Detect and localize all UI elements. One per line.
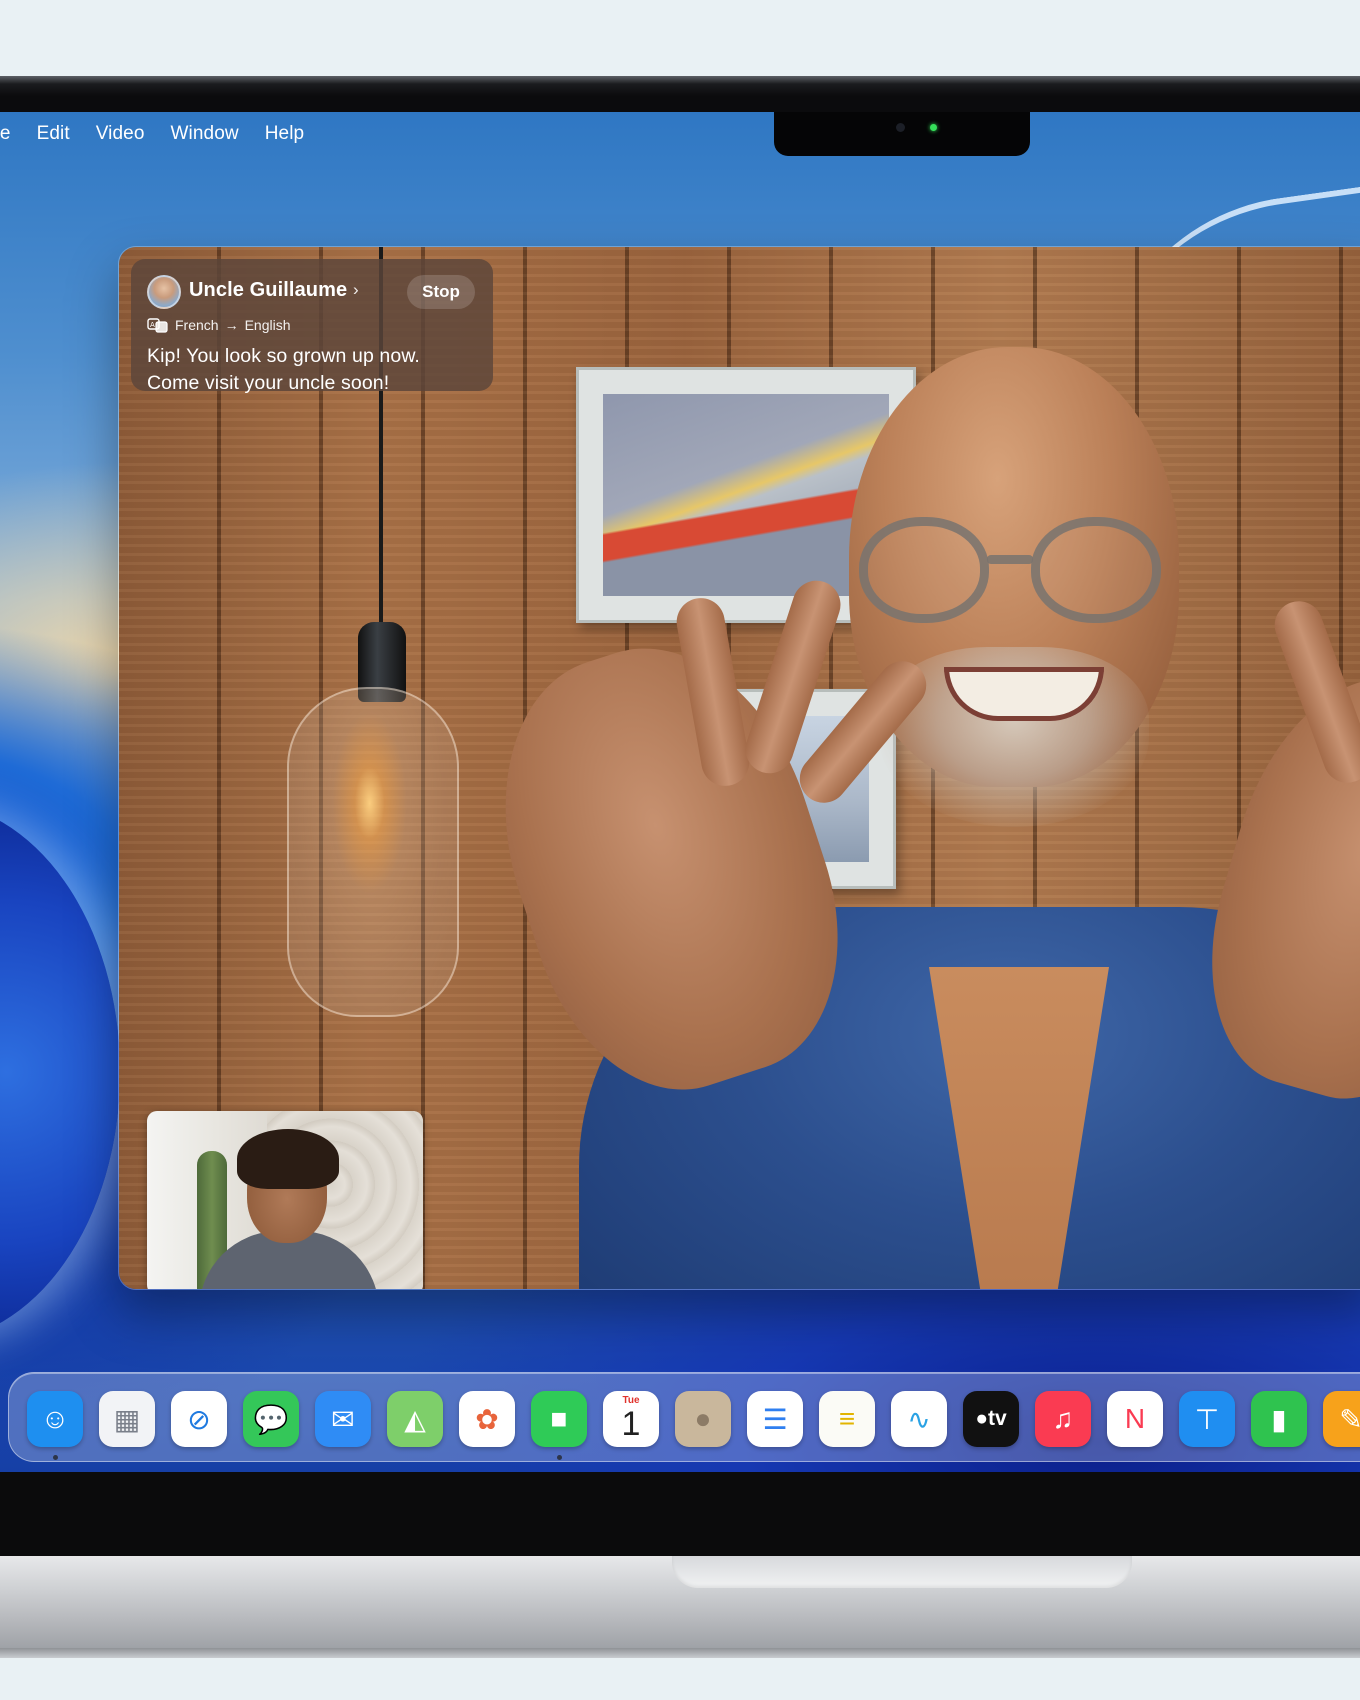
- caller-name[interactable]: Uncle Guillaume: [189, 279, 347, 302]
- translation-languages: French → English: [175, 317, 291, 333]
- participant-glasses: [859, 517, 1169, 627]
- target-language: English: [244, 317, 291, 333]
- maps-icon: ◭: [404, 1403, 426, 1435]
- launchpad-icon: ▦: [113, 1403, 141, 1435]
- calendar-icon: Tue 1: [603, 1391, 659, 1447]
- live-translation-caption: Uncle Guillaume › Stop A French → Englis…: [131, 259, 493, 394]
- dock-app-safari[interactable]: ⊘: [171, 1391, 227, 1447]
- dock-app-reminders[interactable]: ☰: [747, 1391, 803, 1447]
- dock-app-finder[interactable]: ☺: [27, 1391, 83, 1447]
- stop-translation-button[interactable]: Stop: [407, 275, 475, 309]
- music-icon: ♫: [1052, 1403, 1074, 1434]
- menu-facetime[interactable]: me: [0, 123, 24, 145]
- macos-screen: me Edit Video Window Help: [0, 112, 1360, 1472]
- self-view-video[interactable]: [147, 1111, 423, 1289]
- bezel-bottom: [0, 1472, 1360, 1556]
- camera-indicator-light: [930, 124, 937, 131]
- running-indicator: [53, 1455, 58, 1460]
- numbers-icon: ▮: [1271, 1403, 1287, 1435]
- dock-app-mail[interactable]: ✉: [315, 1391, 371, 1447]
- dock-app-numbers[interactable]: ▮: [1251, 1391, 1307, 1447]
- translate-icon: A: [147, 318, 168, 333]
- menu-bar: me Edit Video Window Help: [0, 112, 1360, 156]
- source-language: French: [175, 317, 219, 333]
- trackpad-lip: [672, 1556, 1132, 1588]
- safari-icon: ⊘: [187, 1403, 211, 1435]
- dock-app-tv[interactable]: ●tv: [963, 1391, 1019, 1447]
- facetime-window[interactable]: Uncle Guillaume › Stop A French → Englis…: [118, 246, 1360, 1290]
- notes-icon: ≡: [838, 1403, 856, 1434]
- photos-icon: ✿: [475, 1403, 499, 1435]
- caption-line-1: Kip! You look so grown up now.: [147, 345, 420, 367]
- chevron-right-icon[interactable]: ›: [353, 280, 359, 300]
- reminders-icon: ☰: [762, 1403, 788, 1435]
- dock-app-freeform[interactable]: ∿: [891, 1391, 947, 1447]
- self-view-hair: [237, 1129, 339, 1189]
- dock-app-keynote[interactable]: ⊤: [1179, 1391, 1235, 1447]
- menu-video[interactable]: Video: [83, 123, 158, 145]
- dock: ☺ ▦ ⊘ 💬 ✉ ◭ ✿ ■ Tue 1 ● ☰ ≡ ∿ ●tv ♫ N ⊤ ▮ ✎: [8, 1372, 1360, 1462]
- dock-app-news[interactable]: N: [1107, 1391, 1163, 1447]
- dock-app-contacts[interactable]: ●: [675, 1391, 731, 1447]
- svg-text:A: A: [150, 321, 155, 329]
- dock-app-launchpad[interactable]: ▦: [99, 1391, 155, 1447]
- dock-app-pages[interactable]: ✎: [1323, 1391, 1360, 1447]
- camera-notch: [774, 112, 1030, 156]
- dock-app-maps[interactable]: ◭: [387, 1391, 443, 1447]
- calendar-date: 1: [621, 1405, 641, 1443]
- pendant-lamp-bulb: [287, 687, 459, 1017]
- remote-participant: [458, 347, 1360, 1289]
- messages-icon: 💬: [253, 1403, 289, 1435]
- dock-app-photos[interactable]: ✿: [459, 1391, 515, 1447]
- camera-lens: [896, 123, 905, 132]
- finder-icon: ☺: [40, 1403, 70, 1434]
- dock-app-messages[interactable]: 💬: [243, 1391, 299, 1447]
- menu-window[interactable]: Window: [158, 123, 252, 145]
- running-indicator: [557, 1455, 562, 1460]
- facetime-icon: ■: [550, 1403, 568, 1434]
- contacts-icon: ●: [694, 1403, 712, 1434]
- arrow-right-icon: →: [224, 317, 239, 333]
- menu-edit[interactable]: Edit: [24, 123, 83, 145]
- menu-help[interactable]: Help: [252, 123, 317, 145]
- caption-line-2: Come visit your uncle soon!: [147, 372, 390, 394]
- dock-app-calendar[interactable]: Tue 1: [603, 1391, 659, 1447]
- wallpaper-wave: [0, 802, 120, 1342]
- freeform-icon: ∿: [907, 1403, 931, 1435]
- news-icon: N: [1124, 1403, 1146, 1434]
- pages-icon: ✎: [1339, 1403, 1360, 1435]
- mail-icon: ✉: [331, 1403, 355, 1435]
- dock-app-notes[interactable]: ≡: [819, 1391, 875, 1447]
- avatar[interactable]: [147, 275, 181, 309]
- tv-icon: ●tv: [975, 1407, 1007, 1430]
- dock-app-facetime[interactable]: ■: [531, 1391, 587, 1447]
- laptop-base-edge: [0, 1648, 1360, 1658]
- dock-app-music[interactable]: ♫: [1035, 1391, 1091, 1447]
- keynote-icon: ⊤: [1194, 1403, 1220, 1435]
